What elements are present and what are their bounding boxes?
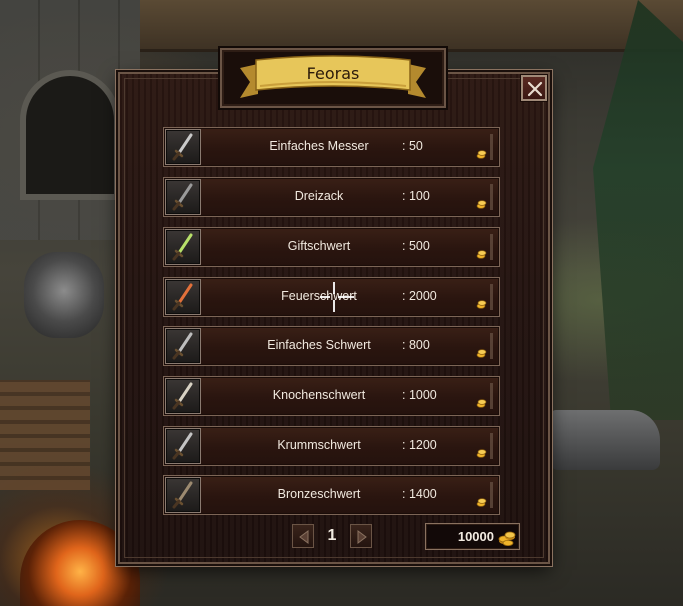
gold-display: 10000	[425, 523, 520, 550]
item-name: Knochenschwert	[272, 388, 366, 402]
item-slot[interactable]	[165, 279, 201, 315]
item-name: Dreizack	[294, 189, 344, 203]
item-price: : 800	[402, 338, 430, 352]
item-price: : 1400	[402, 487, 437, 501]
fire-sword-icon	[172, 283, 193, 311]
shop-item-row[interactable]: Giftschwert : 500	[163, 227, 500, 267]
background-table	[0, 380, 90, 490]
item-slot[interactable]	[165, 229, 201, 265]
item-slot[interactable]	[165, 179, 201, 215]
item-price: : 500	[402, 239, 430, 253]
poison-sword-icon	[172, 233, 193, 261]
gold-coin-icon	[476, 300, 487, 309]
bronze-sword-icon	[172, 481, 193, 509]
arrow-left-icon	[299, 530, 309, 544]
shop-item-row[interactable]: Krummschwert : 1200	[163, 426, 500, 466]
item-slot[interactable]	[165, 378, 201, 414]
shop-item-row[interactable]: Knochenschwert : 1000	[163, 376, 500, 416]
item-price: : 1000	[402, 388, 437, 402]
item-name: Giftschwert	[287, 239, 351, 253]
knife-icon	[172, 133, 193, 161]
close-button[interactable]	[521, 75, 547, 101]
next-page-button[interactable]	[350, 524, 372, 548]
item-slot[interactable]	[165, 129, 201, 165]
item-price: : 50	[402, 139, 423, 153]
background-tree	[593, 0, 683, 420]
item-slot[interactable]	[165, 328, 201, 364]
window-title: Feoras	[306, 64, 360, 83]
gold-coin-icon	[476, 349, 487, 358]
close-icon	[527, 81, 543, 97]
gold-amount: 10000	[457, 529, 494, 544]
item-price: : 1200	[402, 438, 437, 452]
item-name: Bronzeschwert	[277, 487, 361, 501]
item-slot[interactable]	[165, 428, 201, 464]
previous-page-button[interactable]	[292, 524, 314, 548]
scimitar-icon	[172, 432, 193, 460]
gold-coin-icon	[476, 399, 487, 408]
background-wall-shield	[24, 252, 104, 338]
background-wooden-beam	[140, 0, 683, 52]
trident-icon	[172, 183, 193, 211]
shop-item-row[interactable]: Bronzeschwert : 1400	[163, 475, 500, 515]
item-name: Feuerschwert	[281, 289, 357, 303]
shop-item-row[interactable]: Dreizack : 100	[163, 177, 500, 217]
gold-coins-icon	[498, 531, 516, 546]
gold-coin-icon	[476, 200, 487, 209]
bone-sword-icon	[172, 382, 193, 410]
shop-item-row[interactable]: Einfaches Messer : 50	[163, 127, 500, 167]
item-price: : 2000	[402, 289, 437, 303]
item-price: : 100	[402, 189, 430, 203]
item-slot[interactable]	[165, 477, 201, 513]
gold-coin-icon	[476, 498, 487, 507]
arrow-right-icon	[357, 530, 367, 544]
item-name: Einfaches Schwert	[267, 338, 371, 352]
background-archway	[20, 70, 120, 200]
gold-coin-icon	[476, 250, 487, 259]
item-name: Einfaches Messer	[269, 139, 369, 153]
sword-icon	[172, 332, 193, 360]
shop-item-row[interactable]: Einfaches Schwert : 800	[163, 326, 500, 366]
gold-coin-icon	[476, 449, 487, 458]
item-name: Krummschwert	[277, 438, 361, 452]
crosshair-cursor-icon	[320, 282, 354, 312]
gold-coin-icon	[476, 150, 487, 159]
background-anvil	[550, 410, 660, 470]
page-number: 1	[327, 527, 337, 544]
